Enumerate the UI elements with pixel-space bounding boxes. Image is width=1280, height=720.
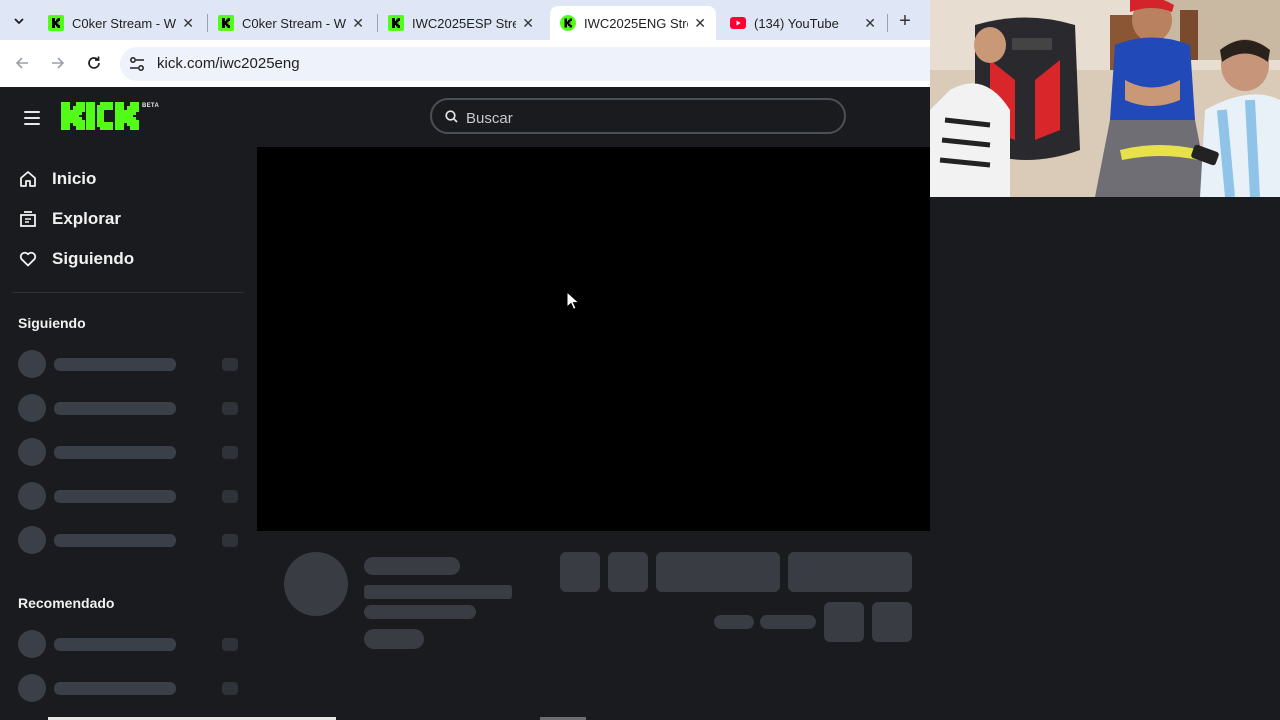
webcam-overlay <box>930 0 1280 197</box>
tab-title: (134) YouTube <box>754 15 839 31</box>
stream-tag-skeleton <box>364 629 424 649</box>
nav-label: Inicio <box>52 169 97 188</box>
channel-skeleton <box>18 394 238 422</box>
heart-icon <box>18 249 38 269</box>
follow-button-skeleton <box>656 552 780 592</box>
browser-tab[interactable]: C0ker Stream - Wa ✕ <box>208 6 374 40</box>
tab-search-menu-button[interactable] <box>6 8 32 34</box>
channel-skeleton <box>18 674 238 702</box>
stream-category-skeleton <box>364 605 476 619</box>
tab-title: IWC2025ENG Strea <box>584 15 688 31</box>
youtube-favicon-icon <box>730 15 746 31</box>
arrow-left-icon <box>15 57 28 69</box>
webcam-scene <box>930 0 1280 197</box>
nav-label: Siguiendo <box>52 249 135 268</box>
browser-tab-strip: C0ker Stream - Wa ✕ C0ker Stream - Wa ✕ … <box>0 0 930 40</box>
browser-tab[interactable]: (134) YouTube ✕ <box>720 6 886 40</box>
menu-icon[interactable] <box>24 111 40 125</box>
close-tab-icon[interactable]: ✕ <box>352 15 364 31</box>
sidebar-divider <box>12 292 244 293</box>
action-button-skeleton <box>560 552 600 592</box>
nav-item-inicio[interactable]: Inicio <box>18 164 96 194</box>
browser-tab[interactable]: C0ker Stream - Wa ✕ <box>38 6 204 40</box>
forward-button[interactable] <box>45 50 71 76</box>
tab-title: IWC2025ESP Strea <box>412 15 516 31</box>
video-player[interactable] <box>257 147 939 531</box>
stream-title-skeleton <box>364 585 512 599</box>
close-tab-icon[interactable]: ✕ <box>864 15 876 31</box>
back-button[interactable] <box>9 50 35 76</box>
kick-logo[interactable] <box>61 102 141 135</box>
explore-icon <box>18 209 38 229</box>
close-tab-icon[interactable]: ✕ <box>522 15 534 31</box>
chat-area <box>930 197 1280 720</box>
new-tab-button[interactable]: + <box>892 8 918 34</box>
close-tab-icon[interactable]: ✕ <box>182 15 194 31</box>
beta-label: BETA <box>142 103 160 109</box>
chevron-down-icon <box>14 17 24 24</box>
nav-label: Explorar <box>52 209 121 228</box>
kick-favicon-icon <box>388 15 404 31</box>
recommended-section-title: Recomendado <box>18 595 115 611</box>
close-tab-icon[interactable]: ✕ <box>694 15 706 31</box>
mouse-cursor-icon <box>566 291 580 310</box>
address-bar[interactable]: kick.com/iwc2025eng <box>120 47 930 81</box>
channel-name-skeleton <box>364 557 460 575</box>
url-text: kick.com/iwc2025eng <box>157 55 300 72</box>
channel-skeleton <box>18 526 238 554</box>
sidebar: Inicio Explorar Siguiendo Siguiendo Reco… <box>0 147 256 720</box>
tab-title: C0ker Stream - Wa <box>242 15 346 31</box>
reload-icon <box>88 56 100 69</box>
action-button-skeleton <box>608 552 648 592</box>
channel-skeleton <box>18 630 238 658</box>
search-icon <box>445 110 458 123</box>
channel-skeleton <box>18 438 238 466</box>
browser-toolbar: kick.com/iwc2025eng <box>0 40 930 87</box>
search-input[interactable] <box>464 107 828 129</box>
site-header: BETA <box>0 87 930 147</box>
reload-button[interactable] <box>81 50 107 76</box>
subscribe-button-skeleton <box>788 552 912 592</box>
share-button-skeleton <box>824 602 864 642</box>
nav-item-explorar[interactable]: Explorar <box>18 204 121 234</box>
nav-item-siguiendo[interactable]: Siguiendo <box>18 244 134 274</box>
channel-skeleton <box>18 350 238 378</box>
uptime-skeleton <box>760 615 816 629</box>
kick-favicon-icon <box>48 15 64 31</box>
channel-avatar-skeleton <box>284 552 348 616</box>
site-info-icon[interactable] <box>128 55 146 73</box>
browser-tab-active[interactable]: IWC2025ENG Strea ✕ <box>550 6 716 40</box>
search-bar[interactable] <box>430 98 846 134</box>
viewer-count-skeleton <box>714 615 754 629</box>
kick-favicon-icon <box>218 15 234 31</box>
home-icon <box>18 169 38 189</box>
tab-separator <box>887 14 888 32</box>
following-section-title: Siguiendo <box>18 315 86 331</box>
more-button-skeleton <box>872 602 912 642</box>
tab-title: C0ker Stream - Wa <box>72 15 176 31</box>
channel-skeleton <box>18 482 238 510</box>
kick-favicon-icon <box>560 15 576 31</box>
arrow-right-icon <box>52 57 65 69</box>
browser-tab[interactable]: IWC2025ESP Strea ✕ <box>378 6 544 40</box>
